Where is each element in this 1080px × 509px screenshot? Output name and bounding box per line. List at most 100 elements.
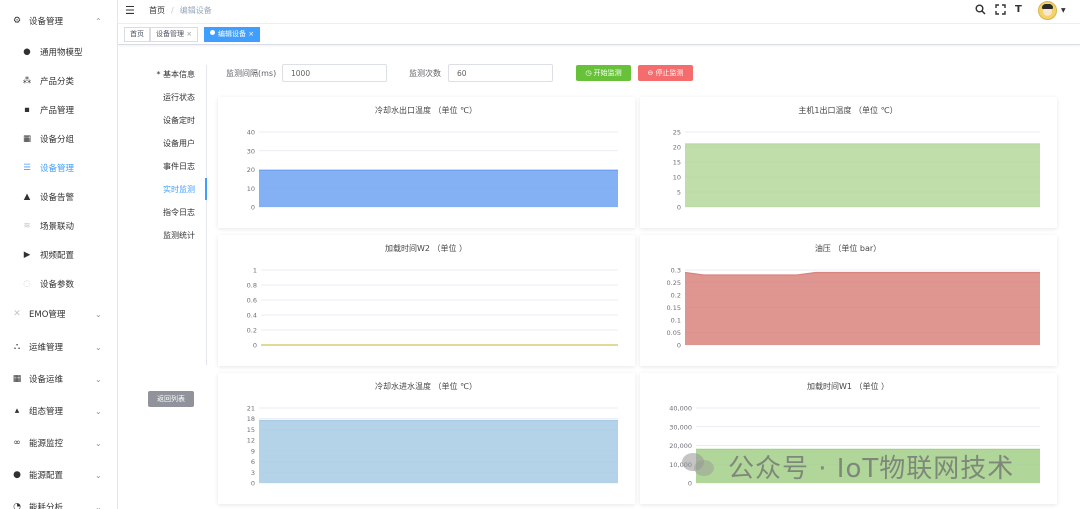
y-tick-label: 0.2 (247, 327, 257, 335)
caret-down-icon[interactable]: ▼ (1061, 7, 1066, 14)
y-tick-label: 0 (253, 342, 257, 350)
sidebar-group-label: EMO管理 (29, 310, 66, 320)
sidebar-group-device-ops[interactable]: ▦ 设备运维 ⌄ (0, 365, 117, 393)
tab-device-users[interactable]: 设备用户 (118, 135, 195, 153)
tab-event-log[interactable]: 事件日志 (118, 158, 195, 176)
watermark: 公众号 · IoT物联网技术 (682, 445, 1052, 485)
y-tick-label: 0.05 (667, 329, 681, 337)
sidebar-item-device-params[interactable]: ◌ 设备参数 (0, 271, 117, 297)
sidebar-group-energy-config[interactable]: ● 能源配置 ⌄ (0, 461, 117, 489)
chart-icon: ◔ (13, 502, 21, 509)
link-icon: ∞ (13, 438, 21, 448)
interval-input[interactable] (282, 64, 387, 82)
interval-label: 监测间隔(ms) (226, 69, 277, 78)
avatar[interactable] (1038, 1, 1057, 20)
chart-card-cooling-inlet-temp: 冷却水进水温度 （单位 ℃） 0 3 6 9 12 15 18 21 (218, 373, 635, 504)
y-tick-label: 0.3 (671, 267, 681, 275)
sidebar-item-label: 设备分组 (40, 135, 75, 145)
chart-title: 加载时间W2 （单位 ） (385, 243, 467, 253)
series-area (685, 144, 1040, 207)
chart-card-cooling-outlet-temp: 冷却水出口温度 （单位 ℃） 0 10 20 30 40 (218, 97, 635, 228)
sidebar-item-scene-linkage[interactable]: ≋ 场景联动 (0, 213, 117, 239)
tag-label: 首页 (130, 30, 144, 38)
video-icon: ▶ (23, 250, 31, 260)
chevron-down-icon: ⌄ (95, 342, 102, 352)
sidebar-group-emo[interactable]: ✕ EMO管理 ⌄ (0, 300, 117, 328)
sidebar-group-label: 能源监控 (29, 439, 64, 449)
back-to-list-button[interactable]: 返回列表 (148, 391, 194, 407)
y-tick-label: 0.4 (247, 312, 257, 320)
tag-home[interactable]: 首页 (124, 27, 150, 42)
sidebar-item-label: 视频配置 (40, 251, 75, 261)
close-icon[interactable]: × (186, 30, 192, 38)
search-icon[interactable] (975, 4, 986, 18)
play-icon: ◷ (585, 69, 594, 77)
tab-label: 设备用户 (163, 139, 195, 148)
tab-label: 实时监测 (163, 185, 195, 194)
scene-icon: ≋ (23, 221, 31, 231)
series-area (259, 170, 618, 207)
sidebar-item-device-management[interactable]: ☰ 设备管理 (0, 155, 117, 181)
sidebar-item-product-category[interactable]: ⁂ 产品分类 (0, 68, 117, 94)
series-area (685, 272, 1040, 345)
param-icon: ◌ (23, 279, 31, 289)
sidebar-item-video-config[interactable]: ▶ 视频配置 (0, 242, 117, 268)
sidebar-group-device-management[interactable]: ⚙ 设备管理 ⌃ (0, 7, 117, 35)
sidebar-group-scada[interactable]: ▴ 组态管理 ⌄ (0, 397, 117, 425)
gear-icon: ⚙ (12, 16, 22, 26)
stop-monitor-button[interactable]: ⊖ 停止监测 (638, 65, 693, 81)
y-tick-label: 40 (247, 129, 255, 137)
tab-label: 事件日志 (163, 162, 195, 171)
y-tick-label: 10 (247, 185, 255, 193)
sidebar-item-device-group[interactable]: ▦ 设备分组 (0, 126, 117, 152)
y-tick-label: 6 (251, 458, 255, 466)
y-tick-label: 20 (673, 144, 681, 152)
y-tick-label: 3 (251, 469, 255, 477)
sidebar-group-energy-analysis[interactable]: ◔ 能耗分析 ⌄ (0, 493, 117, 509)
font-size-icon[interactable]: T (1015, 4, 1022, 15)
chart-title: 主机1出口温度 （单位 ℃） (798, 105, 897, 115)
hamburger-icon[interactable]: ☰ (125, 4, 135, 17)
lock-icon: ▴ (14, 406, 20, 416)
sidebar-item-device-alarm[interactable]: ▲ 设备告警 (0, 184, 117, 210)
fullscreen-icon[interactable] (995, 4, 1006, 18)
table-icon: ▦ (12, 374, 22, 384)
tab-label: * 基本信息 (156, 70, 195, 79)
breadcrumb-home[interactable]: 首页 (149, 6, 165, 15)
sidebar-group-label: 运维管理 (29, 343, 64, 353)
sidebar-item-thing-model[interactable]: ● 通用物模型 (0, 39, 117, 65)
tab-command-log[interactable]: 指令日志 (118, 204, 195, 222)
sidebar-group-ops[interactable]: ⛬ 运维管理 ⌄ (0, 333, 117, 361)
y-tick-label: 0 (677, 342, 681, 350)
start-monitor-label: 开始监测 (593, 69, 622, 77)
chart-title: 冷却水进水温度 （单位 ℃） (375, 381, 477, 391)
chevron-down-icon: ⌄ (95, 438, 102, 448)
y-tick-label: 20 (247, 166, 255, 174)
count-label: 监测次数 (409, 69, 441, 78)
tab-basic-info[interactable]: * 基本信息 (118, 66, 195, 84)
y-tick-label: 10 (673, 174, 681, 182)
cube-icon: ● (23, 47, 31, 57)
start-monitor-button[interactable]: ◷ 开始监测 (576, 65, 631, 81)
sidebar-item-label: 设备管理 (40, 164, 75, 174)
chevron-up-icon: ⌃ (95, 16, 102, 26)
y-tick-label: 0.15 (667, 304, 681, 312)
tag-device-management[interactable]: 设备管理 × (150, 27, 199, 42)
sidebar-item-label: 通用物模型 (40, 48, 83, 58)
sidebar-item-label: 设备告警 (40, 193, 75, 203)
tab-monitor-stats[interactable]: 监测统计 (118, 227, 195, 245)
tab-running-state[interactable]: 运行状态 (118, 89, 195, 107)
tag-label: 设备管理 (156, 30, 184, 38)
tab-realtime-monitor[interactable]: 实时监测 (118, 181, 195, 199)
close-icon[interactable]: × (248, 30, 254, 38)
count-input[interactable] (448, 64, 553, 82)
y-tick-label: 5 (677, 189, 681, 197)
chart-title: 冷却水出口温度 （单位 ℃） (375, 105, 477, 115)
tag-edit-device[interactable]: 编辑设备 × (204, 27, 261, 42)
tab-device-timer[interactable]: 设备定时 (118, 112, 195, 130)
sidebar-item-product-management[interactable]: ▪ 产品管理 (0, 97, 117, 123)
sidebar-group-label: 设备运维 (29, 375, 64, 385)
y-tick-label: 30 (247, 147, 255, 155)
sidebar-group-energy-monitor[interactable]: ∞ 能源监控 ⌄ (0, 429, 117, 457)
y-tick-label: 0 (677, 204, 681, 212)
